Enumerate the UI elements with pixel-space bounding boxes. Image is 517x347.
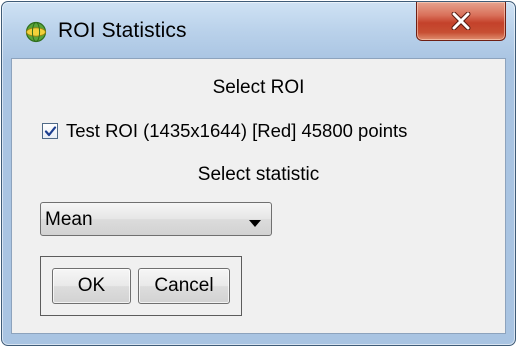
- dialog-body: Select ROI Test ROI (1435x1644) [Red] 45…: [11, 58, 506, 334]
- statistic-dropdown-value: Mean: [45, 209, 93, 230]
- dropdown-arrow-icon[interactable]: [249, 215, 261, 233]
- cancel-button[interactable]: Cancel: [138, 268, 230, 304]
- ok-button[interactable]: OK: [52, 268, 131, 304]
- select-roi-label: Select ROI: [212, 77, 305, 98]
- roi-item-label[interactable]: Test ROI (1435x1644) [Red] 45800 points: [66, 120, 407, 142]
- close-x-icon: [451, 12, 471, 30]
- title-bar[interactable]: ROI Statistics: [2, 2, 515, 58]
- close-button[interactable]: [416, 2, 506, 41]
- button-group: OK Cancel: [40, 256, 242, 316]
- roi-list-item[interactable]: Test ROI (1435x1644) [Red] 45800 points: [42, 119, 407, 143]
- roi-checkbox[interactable]: [42, 123, 58, 139]
- roi-app-icon: [25, 21, 47, 43]
- roi-statistics-dialog: ROI Statistics Select ROI Test ROI (1435…: [1, 1, 516, 346]
- checkmark-icon: [44, 126, 57, 137]
- window-title: ROI Statistics: [58, 19, 187, 42]
- select-statistic-label: Select statistic: [197, 164, 320, 185]
- statistic-dropdown[interactable]: Mean: [40, 202, 272, 236]
